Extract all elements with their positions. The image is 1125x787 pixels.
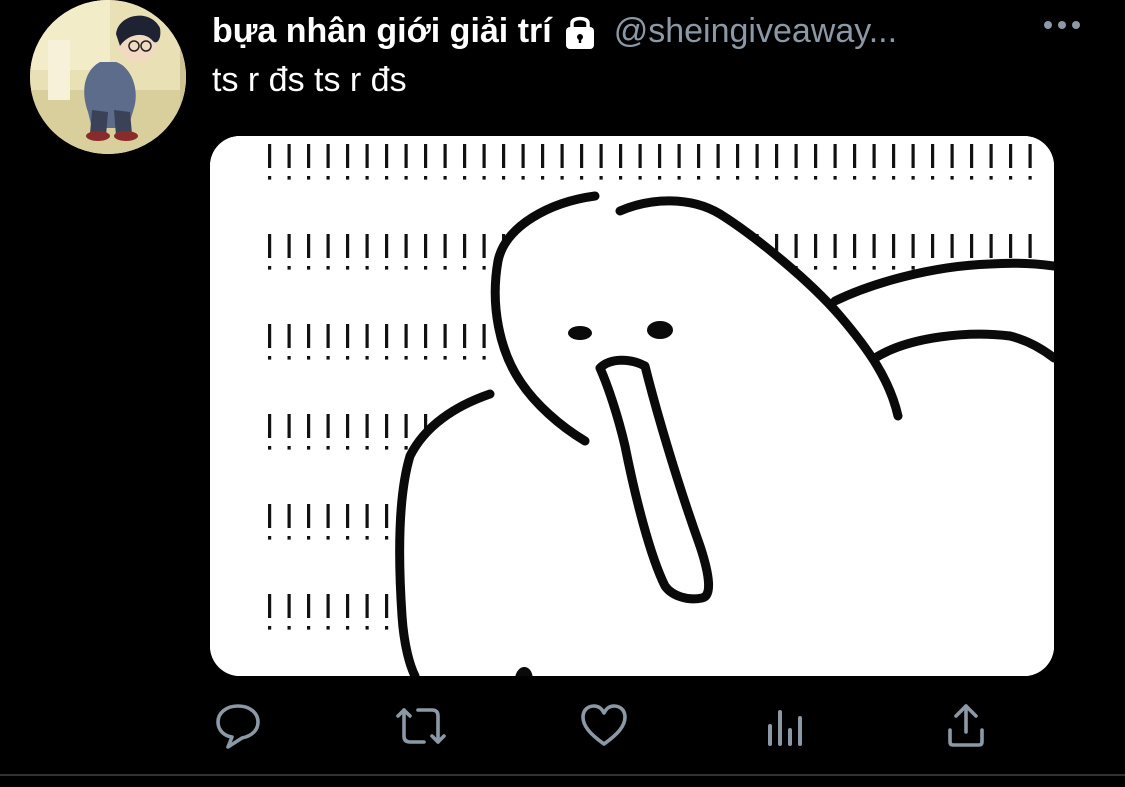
user-handle[interactable]: @sheingiveaway... [614, 12, 897, 51]
display-name[interactable]: bựa nhân giới giải trí [212, 12, 552, 51]
heart-icon[interactable] [580, 700, 628, 754]
tweet-text: ts r đs ts r đs [212, 61, 407, 99]
tweet: bựa nhân giới giải trí @sheingiveaway...… [0, 0, 1125, 787]
tweet-header: bựa nhân giới giải trí @sheingiveaway... [212, 8, 897, 54]
retweet-icon[interactable] [392, 700, 450, 754]
divider [0, 774, 1125, 776]
avatar[interactable] [30, 0, 186, 154]
comment-bubble-icon[interactable] [214, 700, 262, 754]
lock-icon [560, 11, 600, 51]
more-horizontal-icon[interactable] [1040, 10, 1084, 40]
tweet-action-bar [0, 700, 1125, 756]
share-upload-icon[interactable] [944, 700, 992, 754]
tweet-media-image[interactable] [210, 136, 1054, 676]
bar-chart-icon[interactable] [764, 700, 812, 754]
